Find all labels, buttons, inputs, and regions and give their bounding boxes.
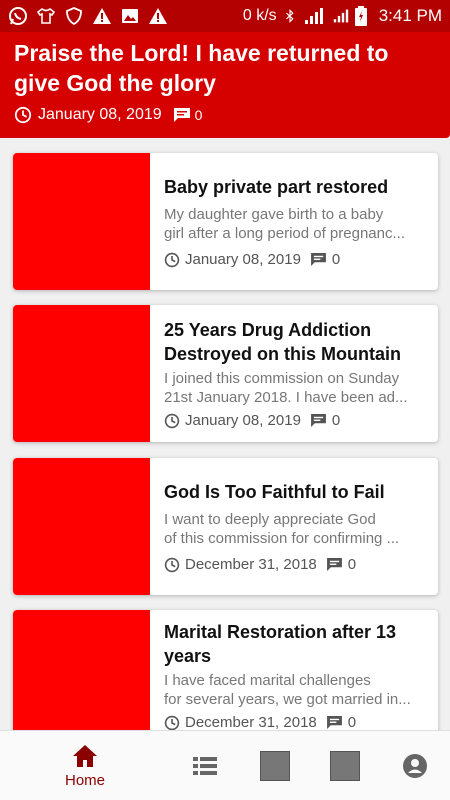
list-icon: [193, 757, 217, 775]
nav-home-label: Home: [64, 771, 105, 789]
nav-home[interactable]: Home: [55, 731, 115, 800]
nav-profile[interactable]: [395, 731, 435, 800]
shield-icon: [66, 7, 82, 26]
thumbnail-image: [13, 153, 150, 290]
card-meta: December 31, 2018 0: [164, 714, 426, 730]
status-right: 0 k/s 3:41 PM: [243, 6, 442, 26]
bluetooth-icon: [285, 9, 294, 23]
thumbnail-image: [13, 458, 150, 595]
image-icon: [122, 9, 138, 23]
clock-icon: [164, 715, 180, 730]
card-comment-count: 0: [347, 556, 357, 573]
testimony-list[interactable]: Baby private part restored My daughter g…: [0, 138, 450, 730]
status-bar: 0 k/s 3:41 PM: [0, 0, 450, 32]
card-date: January 08, 2019: [185, 251, 301, 268]
placeholder-icon: [330, 751, 360, 781]
featured-header[interactable]: Praise the Lord! I have returned to give…: [0, 32, 450, 138]
nav-tab-4[interactable]: [325, 731, 365, 800]
featured-comment-count: 0: [194, 107, 203, 123]
card-comment-count: 0: [331, 412, 341, 429]
card-meta: January 08, 2019 0: [164, 412, 426, 429]
home-icon: [73, 744, 97, 767]
card-comment-count: 0: [331, 251, 341, 268]
warning-icon: [93, 8, 111, 24]
placeholder-icon: [260, 751, 290, 781]
warning-icon-2: [149, 8, 167, 24]
comment-icon: [326, 716, 342, 729]
whatsapp-icon: [9, 7, 27, 25]
signal-icon: [304, 8, 323, 24]
card-date: January 08, 2019: [185, 412, 301, 429]
excerpt-line: I want to deeply appreciate God: [164, 511, 376, 528]
featured-date: January 08, 2019: [38, 106, 162, 123]
thumbnail-image: [13, 305, 150, 442]
tshirt-icon: [36, 8, 56, 24]
card-date: December 31, 2018: [185, 556, 317, 573]
comment-icon: [310, 414, 326, 427]
card-body: 25 Years Drug Addiction Destroyed on thi…: [150, 305, 438, 442]
list-item[interactable]: Baby private part restored My daughter g…: [13, 153, 438, 290]
card-body: God Is Too Faithful to Fail I want to de…: [150, 458, 438, 595]
card-excerpt: I want to deeply appreciate God of this …: [164, 510, 426, 548]
excerpt-line: girl after a long period of pregnanc...: [164, 225, 405, 242]
comment-icon: [173, 108, 190, 122]
excerpt-line: of this commission for confirming ...: [164, 530, 400, 547]
excerpt-line: I joined this commission on Sunday: [164, 370, 400, 387]
featured-meta: January 08, 2019 0: [14, 106, 436, 124]
card-title: Marital Restoration after 13 years: [164, 622, 397, 666]
featured-title[interactable]: Praise the Lord! I have returned to give…: [14, 38, 434, 98]
clock-icon: [164, 252, 180, 267]
nav-tab-3[interactable]: [255, 731, 295, 800]
comment-icon: [310, 253, 326, 266]
card-date: December 31, 2018: [185, 714, 317, 730]
signal-icon-2: [333, 9, 348, 23]
clock-icon: [164, 557, 180, 572]
card-comment-count: 0: [347, 714, 357, 730]
card-title: 25 Years Drug Addiction Destroyed on thi…: [164, 320, 402, 364]
card-excerpt: I joined this commission on Sunday 21st …: [164, 369, 426, 407]
card-body: Marital Restoration after 13 years I hav…: [150, 610, 438, 730]
network-speed: 0 k/s: [242, 7, 277, 24]
bottom-navigation: Home: [0, 730, 450, 800]
nav-list[interactable]: [185, 731, 225, 800]
account-icon: [403, 754, 427, 778]
excerpt-line: I have faced marital challenges: [164, 672, 371, 689]
card-meta: January 08, 2019 0: [164, 251, 426, 268]
card-excerpt: My daughter gave birth to a baby girl af…: [164, 205, 426, 243]
excerpt-line: My daughter gave birth to a baby: [164, 206, 384, 223]
card-excerpt: I have faced marital challenges for seve…: [164, 671, 426, 709]
list-item[interactable]: Marital Restoration after 13 years I hav…: [13, 610, 438, 730]
card-title: Baby private part restored: [164, 177, 389, 197]
list-item[interactable]: 25 Years Drug Addiction Destroyed on thi…: [13, 305, 438, 442]
excerpt-line: 21st January 2018. I have been ad...: [164, 389, 408, 406]
list-item[interactable]: God Is Too Faithful to Fail I want to de…: [13, 458, 438, 595]
clock-icon: [14, 106, 32, 124]
clock-time: 3:41 PM: [378, 6, 442, 25]
status-left: [8, 6, 168, 26]
clock-icon: [164, 413, 180, 428]
excerpt-line: for several years, we got married in...: [164, 691, 411, 708]
comment-icon: [326, 558, 342, 571]
card-title: God Is Too Faithful to Fail: [164, 482, 385, 502]
thumbnail-image: [13, 610, 150, 730]
battery-icon: [354, 6, 367, 26]
card-body: Baby private part restored My daughter g…: [150, 153, 438, 290]
card-meta: December 31, 2018 0: [164, 556, 426, 573]
